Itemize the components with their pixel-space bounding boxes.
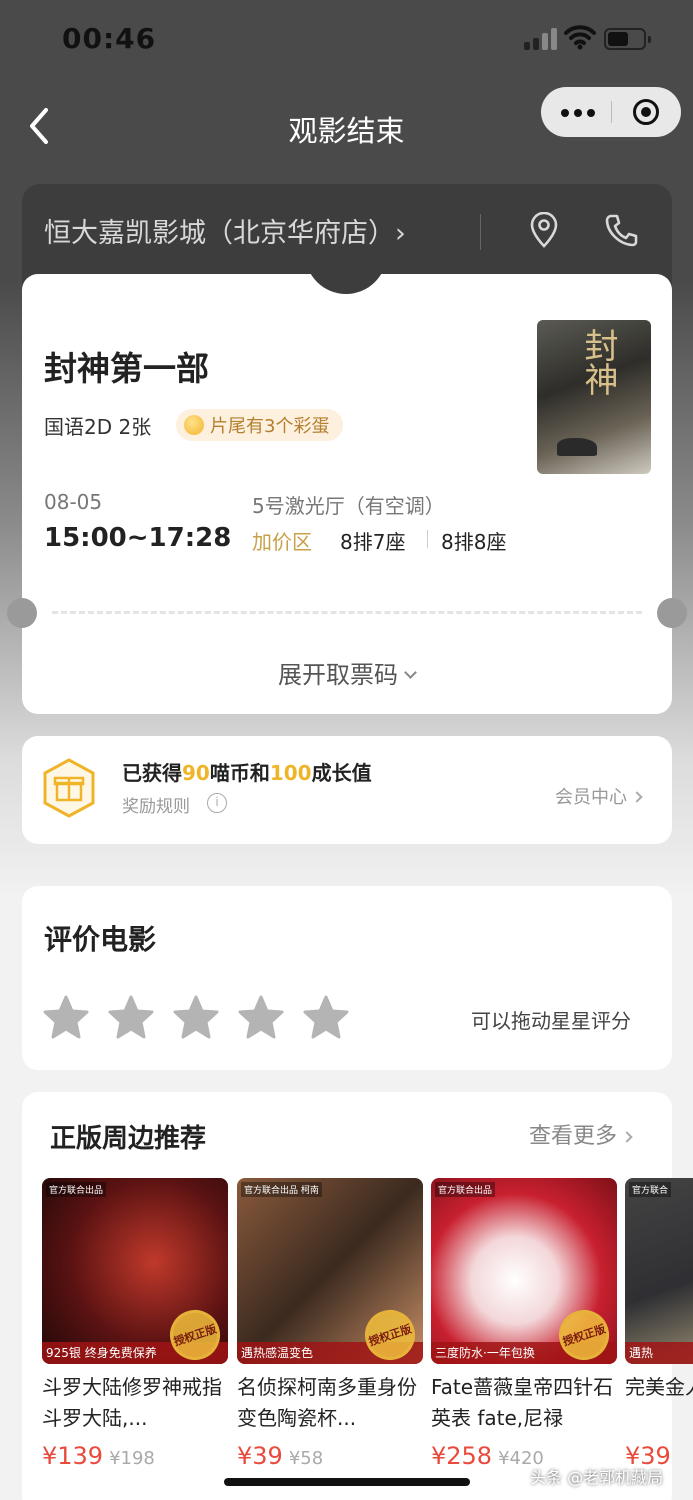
gift-icon bbox=[43, 758, 95, 818]
seat: 8排8座 bbox=[441, 530, 507, 554]
rating-hint: 可以拖动星星评分 bbox=[471, 1009, 631, 1033]
rating-title: 评价电影 bbox=[44, 923, 157, 956]
product-price: ¥258 bbox=[431, 1442, 493, 1470]
chevron-down-icon bbox=[404, 666, 417, 679]
miniapp-capsule bbox=[541, 87, 681, 137]
rating-card bbox=[22, 886, 672, 1070]
ticket-notch-right bbox=[657, 598, 687, 628]
battery-icon bbox=[604, 28, 651, 50]
view-more-label: 查看更多 bbox=[529, 1124, 618, 1149]
product-brand: 官方联合 bbox=[629, 1182, 672, 1197]
home-indicator bbox=[224, 1478, 470, 1486]
show-time: 15:00~17:28 bbox=[44, 523, 232, 553]
product-original-price: ¥198 bbox=[109, 1448, 155, 1469]
wifi-icon bbox=[564, 25, 596, 50]
movie-poster[interactable]: 封神 bbox=[537, 320, 651, 474]
member-center-label: 会员中心 bbox=[555, 787, 627, 808]
reward-prefix: 已获得 bbox=[122, 761, 182, 785]
star-icon[interactable] bbox=[172, 994, 220, 1042]
signal-icon bbox=[524, 28, 558, 50]
reward-suffix: 成长值 bbox=[311, 761, 372, 785]
reward-rules-link[interactable]: 奖励规则 bbox=[122, 792, 190, 817]
egg-icon bbox=[184, 415, 204, 435]
reward-coins: 90 bbox=[182, 761, 210, 785]
expand-label: 展开取票码 bbox=[278, 661, 398, 689]
product-card[interactable]: 官方联合出品 柯南 遇热感温变色 授权正版 名侦探柯南多重身份变色陶瓷杯... … bbox=[237, 1178, 423, 1470]
status-time: 00:46 bbox=[62, 22, 157, 55]
movie-meta: 国语2D 2张 bbox=[44, 415, 152, 439]
chevron-right-icon bbox=[621, 1131, 633, 1143]
more-icon[interactable] bbox=[561, 103, 595, 121]
ticket-perforation bbox=[52, 611, 642, 614]
product-brand: 官方联合出品 柯南 bbox=[241, 1182, 322, 1197]
ticket-notch-left bbox=[7, 598, 37, 628]
close-miniapp-icon[interactable] bbox=[633, 99, 659, 125]
cinema-name-link[interactable]: 恒大嘉凯影城（北京华府店）› bbox=[44, 211, 406, 250]
seat-zone: 加价区 bbox=[252, 530, 312, 554]
location-pin-icon[interactable] bbox=[528, 212, 560, 248]
product-card[interactable]: 官方联合出品 三度防水·一年包换 授权正版 Fate蔷薇皇帝四针石英表 fate… bbox=[431, 1178, 617, 1470]
product-price: ¥39 bbox=[237, 1442, 283, 1470]
product-name: Fate蔷薇皇帝四针石英表 fate,尼禄 bbox=[431, 1375, 614, 1430]
expand-ticket-code-button[interactable]: 展开取票码 bbox=[0, 655, 693, 690]
poster-figure bbox=[557, 438, 597, 456]
product-image: 官方联合出品 三度防水·一年包换 授权正版 bbox=[431, 1178, 617, 1364]
member-center-link[interactable]: 会员中心 bbox=[555, 783, 643, 809]
star-icon[interactable] bbox=[237, 994, 285, 1042]
divider bbox=[480, 214, 481, 250]
product-name: 斗罗大陆修罗神戒指 斗罗大陆,... bbox=[42, 1375, 222, 1430]
product-original-price: ¥58 bbox=[288, 1448, 324, 1469]
view-more-link[interactable]: 查看更多 bbox=[529, 1118, 633, 1150]
info-icon[interactable]: i bbox=[207, 793, 227, 813]
divider bbox=[427, 530, 428, 548]
capsule-divider bbox=[611, 101, 612, 123]
product-image: 官方联合出品 925银 终身免费保养 授权正版 bbox=[42, 1178, 228, 1364]
product-banner: 遇热 bbox=[625, 1342, 693, 1364]
product-brand: 官方联合出品 bbox=[46, 1182, 107, 1197]
star-icon[interactable] bbox=[302, 994, 350, 1042]
product-name: 名侦探柯南多重身份变色陶瓷杯... bbox=[237, 1375, 417, 1430]
watermark: 头条 @老郭机藏局 bbox=[530, 1468, 664, 1487]
merch-title: 正版周边推荐 bbox=[50, 1124, 207, 1154]
easter-egg-text: 片尾有3个彩蛋 bbox=[210, 416, 330, 437]
star-icon[interactable] bbox=[42, 994, 90, 1042]
poster-title: 封神 bbox=[578, 328, 618, 396]
phone-icon[interactable] bbox=[604, 212, 638, 248]
product-card[interactable]: 官方联合 遇热 完美金人 ¥39 bbox=[625, 1178, 693, 1470]
product-image: 官方联合出品 柯南 遇热感温变色 授权正版 bbox=[237, 1178, 423, 1364]
product-name: 完美金人 bbox=[625, 1375, 693, 1399]
reward-summary: 已获得90喵币和100成长值 bbox=[122, 757, 372, 786]
seat: 8排7座 bbox=[340, 530, 406, 554]
product-brand: 官方联合出品 bbox=[435, 1182, 496, 1197]
hall-name: 5号激光厅（有空调） bbox=[252, 494, 445, 518]
easter-egg-badge[interactable]: 片尾有3个彩蛋 bbox=[176, 409, 344, 441]
chevron-right-icon bbox=[631, 791, 643, 803]
movie-title: 封神第一部 bbox=[44, 349, 209, 388]
show-date: 08-05 bbox=[44, 490, 103, 514]
reward-middle: 喵币和 bbox=[209, 761, 270, 785]
star-icon[interactable] bbox=[107, 994, 155, 1042]
product-card[interactable]: 官方联合出品 925银 终身免费保养 授权正版 斗罗大陆修罗神戒指 斗罗大陆,.… bbox=[42, 1178, 228, 1470]
merch-carousel[interactable]: 官方联合出品 925银 终身免费保养 授权正版 斗罗大陆修罗神戒指 斗罗大陆,.… bbox=[42, 1178, 693, 1500]
product-price: ¥139 bbox=[42, 1442, 104, 1470]
reward-growth: 100 bbox=[269, 761, 312, 785]
product-image: 官方联合 遇热 bbox=[625, 1178, 693, 1364]
